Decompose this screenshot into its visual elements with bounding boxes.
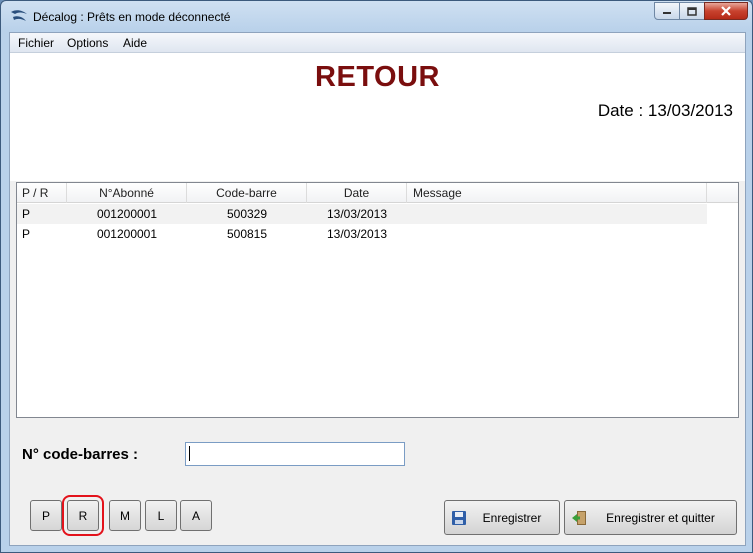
- save-button-label: Enregistrer: [482, 510, 542, 525]
- grid-header: P / R N°Abonné Code-barre Date Message: [17, 183, 738, 203]
- main-content: RETOUR Date : 13/03/2013 P / R N°Abonné …: [10, 53, 745, 545]
- page-title: RETOUR: [315, 61, 440, 93]
- mode-a-button[interactable]: A: [180, 500, 212, 531]
- barcode-input[interactable]: [185, 442, 405, 466]
- menu-fichier[interactable]: Fichier: [18, 36, 54, 50]
- decalog-logo-icon: [11, 10, 27, 21]
- cell-date: 13/03/2013: [326, 227, 388, 241]
- mode-r-button[interactable]: R: [62, 495, 104, 536]
- cell-pr: P: [22, 227, 31, 241]
- column-header-code-barre[interactable]: Code-barre: [187, 183, 307, 203]
- table-row[interactable]: P 001200001 500815 13/03/2013: [17, 224, 707, 244]
- text-caret: [189, 446, 190, 461]
- cell-abonne: 001200001: [96, 227, 158, 241]
- table-row[interactable]: P 001200001 500329 13/03/2013: [17, 204, 707, 224]
- cell-message: [413, 204, 703, 224]
- menu-aide[interactable]: Aide: [123, 36, 147, 50]
- window-title: Décalog : Prêts en mode déconnecté: [33, 10, 231, 24]
- client-area: Fichier Options Aide RETOUR Date : 13/03…: [9, 32, 746, 546]
- barcode-label: N° code-barres :: [22, 446, 139, 463]
- column-header-abonne[interactable]: N°Abonné: [67, 183, 187, 203]
- cell-code-barre: 500815: [226, 227, 268, 241]
- mode-m-button[interactable]: M: [109, 500, 141, 531]
- cell-abonne: 001200001: [96, 207, 158, 221]
- header-panel: RETOUR Date : 13/03/2013: [10, 53, 745, 181]
- close-icon: [721, 6, 731, 16]
- column-header-message[interactable]: Message: [407, 183, 707, 203]
- mode-p-button[interactable]: P: [30, 500, 62, 531]
- cell-message: [413, 224, 703, 244]
- title-bar[interactable]: Décalog : Prêts en mode déconnecté: [1, 1, 752, 32]
- save-and-quit-button[interactable]: Enregistrer et quitter: [564, 500, 737, 535]
- menu-bar: Fichier Options Aide: [10, 33, 745, 53]
- close-button[interactable]: [704, 2, 748, 20]
- save-and-quit-label: Enregistrer et quitter: [606, 510, 715, 525]
- column-header-date[interactable]: Date: [307, 183, 407, 203]
- cell-date: 13/03/2013: [326, 207, 388, 221]
- maximize-icon: [687, 6, 697, 16]
- app-window: Décalog : Prêts en mode déconnecté Fichi…: [0, 0, 753, 553]
- minimize-button[interactable]: [654, 2, 680, 20]
- cell-code-barre: 500329: [226, 207, 268, 221]
- mode-l-button[interactable]: L: [145, 500, 177, 531]
- window-controls: [654, 2, 748, 20]
- column-header-pr[interactable]: P / R: [17, 183, 67, 203]
- minimize-icon: [663, 12, 671, 14]
- save-button[interactable]: Enregistrer: [444, 500, 560, 535]
- current-date: Date : 13/03/2013: [597, 101, 733, 120]
- cell-pr: P: [22, 207, 31, 221]
- transactions-grid[interactable]: P / R N°Abonné Code-barre Date Message P…: [16, 182, 739, 418]
- maximize-button[interactable]: [679, 2, 705, 20]
- menu-options[interactable]: Options: [67, 36, 108, 50]
